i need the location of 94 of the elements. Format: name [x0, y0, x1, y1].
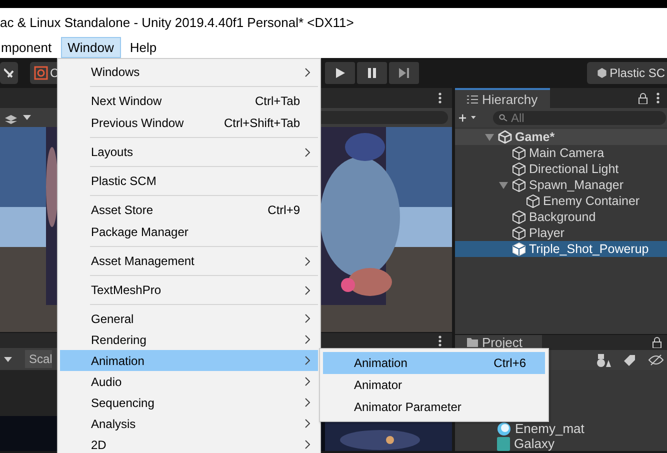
more-icon[interactable] [438, 334, 442, 346]
menu-item-label: Layouts [91, 145, 134, 159]
more-icon[interactable] [438, 92, 442, 104]
menu-item-label: Sequencing [91, 396, 156, 410]
menu-item[interactable]: General [60, 308, 318, 329]
menu-item[interactable]: Animator [323, 374, 545, 396]
expand-arrow-icon[interactable] [485, 132, 494, 142]
add-icon[interactable] [459, 112, 466, 124]
tools-icon [4, 66, 14, 80]
menu-item[interactable]: Animator Parameter [323, 396, 545, 418]
cube-icon [512, 162, 526, 176]
menu-item-label: Asset Management [91, 254, 196, 268]
hierarchy-tab[interactable]: Hierarchy [455, 88, 550, 108]
cube-icon [526, 194, 540, 208]
menu-item-label: Windows [91, 65, 141, 79]
hierarchy-item[interactable]: Directional Light [455, 161, 667, 177]
shortcut-label: Ctrl+Tab [254, 94, 300, 108]
menu-item-label: Animator [354, 378, 404, 392]
pause-icon [366, 67, 378, 79]
menu-item-label: TextMeshPro [91, 283, 162, 297]
menu-item[interactable]: Rendering [60, 329, 318, 350]
menu-item-label: Audio [91, 374, 123, 388]
menu-item-label: Plastic SCM [91, 174, 158, 188]
tools-button[interactable] [0, 62, 18, 84]
menu-item[interactable]: mponent [0, 36, 59, 58]
plastic-button[interactable]: Plastic SC [586, 62, 667, 84]
play-icon [334, 67, 346, 79]
menu-item-label: Asset Store [91, 203, 154, 217]
step-icon [398, 67, 410, 79]
hierarchy-item[interactable]: Player [455, 225, 667, 241]
cube-icon [512, 178, 526, 192]
shader-file-icon [497, 436, 510, 450]
cube-icon [512, 226, 526, 240]
menu-item-label: Analysis [91, 416, 137, 430]
asset-item[interactable]: Galaxy [497, 436, 667, 451]
menu-item[interactable]: Plastic SCM [60, 170, 318, 192]
hierarchy-item[interactable]: Background [455, 209, 667, 225]
more-icon[interactable] [656, 92, 660, 104]
menu-item[interactable]: Help [122, 36, 164, 58]
menu-item[interactable]: Next Window Ctrl+Tab [60, 90, 318, 112]
search-field[interactable]: All [493, 110, 666, 124]
menu-item[interactable]: Previous Window Ctrl+Shift+Tab [60, 112, 318, 134]
menu-item-label: Animation [91, 354, 146, 368]
scale-field[interactable]: Scal [25, 350, 52, 368]
play-button[interactable] [325, 62, 355, 84]
caret-icon[interactable] [4, 356, 12, 362]
asset-item[interactable]: Enemy_mat [497, 421, 667, 436]
menu-item[interactable]: 2D [60, 434, 318, 453]
menu-item[interactable]: Package Manager [60, 221, 318, 243]
list-icon [467, 94, 478, 104]
tag-icon[interactable] [623, 354, 636, 366]
shortcut-label: Ctrl+9 [268, 203, 300, 217]
lock-icon[interactable] [638, 92, 648, 104]
menu-item-label: Next Window [91, 94, 163, 108]
window-title: ac & Linux Standalone - Unity 2019.4.40f1 Personal* <DX11> [0, 14, 354, 30]
lock-icon[interactable] [652, 337, 662, 348]
cube-icon [512, 146, 526, 160]
caret-icon[interactable] [471, 115, 476, 120]
menu-item-label: Animation [354, 356, 408, 370]
menu-item[interactable]: Asset Store Ctrl+9 [60, 199, 318, 221]
menu-item-label: Previous Window [91, 116, 185, 130]
hierarchy-item[interactable]: Main Camera [455, 145, 667, 161]
menu-item[interactable]: Animation [60, 350, 318, 371]
shortcut-label: Ctrl+Shift+Tab [224, 116, 300, 130]
cube-icon [512, 210, 526, 224]
menu-item-label: Rendering [91, 332, 148, 346]
step-button[interactable] [389, 62, 419, 84]
menu-item-label: General [91, 312, 135, 326]
cube-icon [512, 242, 526, 256]
hierarchy-item[interactable]: Spawn_Manager [455, 177, 667, 193]
menu-item[interactable]: Animation Ctrl+6 [323, 352, 545, 374]
menu-item[interactable]: Sequencing [60, 392, 318, 413]
caret-icon[interactable] [23, 115, 31, 120]
eye-slash-icon[interactable] [648, 354, 664, 366]
search-icon [499, 114, 508, 122]
pause-button[interactable] [357, 62, 387, 84]
menu-item[interactable]: Analysis [60, 413, 318, 434]
hierarchy-item[interactable]: Enemy Container [455, 193, 667, 209]
menu-item[interactable]: Layouts [60, 141, 318, 163]
hierarchy-item[interactable]: Game* [455, 129, 667, 145]
hierarchy-item[interactable]: Triple_Shot_Powerup [455, 241, 667, 257]
menu-item-label: Animator Parameter [354, 400, 462, 414]
menu-item-label: 2D [91, 438, 108, 452]
menu-item[interactable]: Window [60, 36, 121, 58]
expand-arrow-icon[interactable] [499, 180, 508, 190]
shortcut-label: Ctrl+6 [494, 356, 526, 370]
menu-item[interactable]: TextMeshPro [60, 279, 318, 301]
menu-item[interactable]: Audio [60, 371, 318, 392]
menu-item[interactable]: Asset Management [60, 250, 318, 272]
hexagon-icon [596, 68, 607, 78]
unity-logo-icon [498, 130, 512, 144]
target-icon [34, 66, 48, 80]
shapes-icon[interactable] [597, 354, 611, 366]
menu-item-label: Package Manager [91, 225, 190, 239]
